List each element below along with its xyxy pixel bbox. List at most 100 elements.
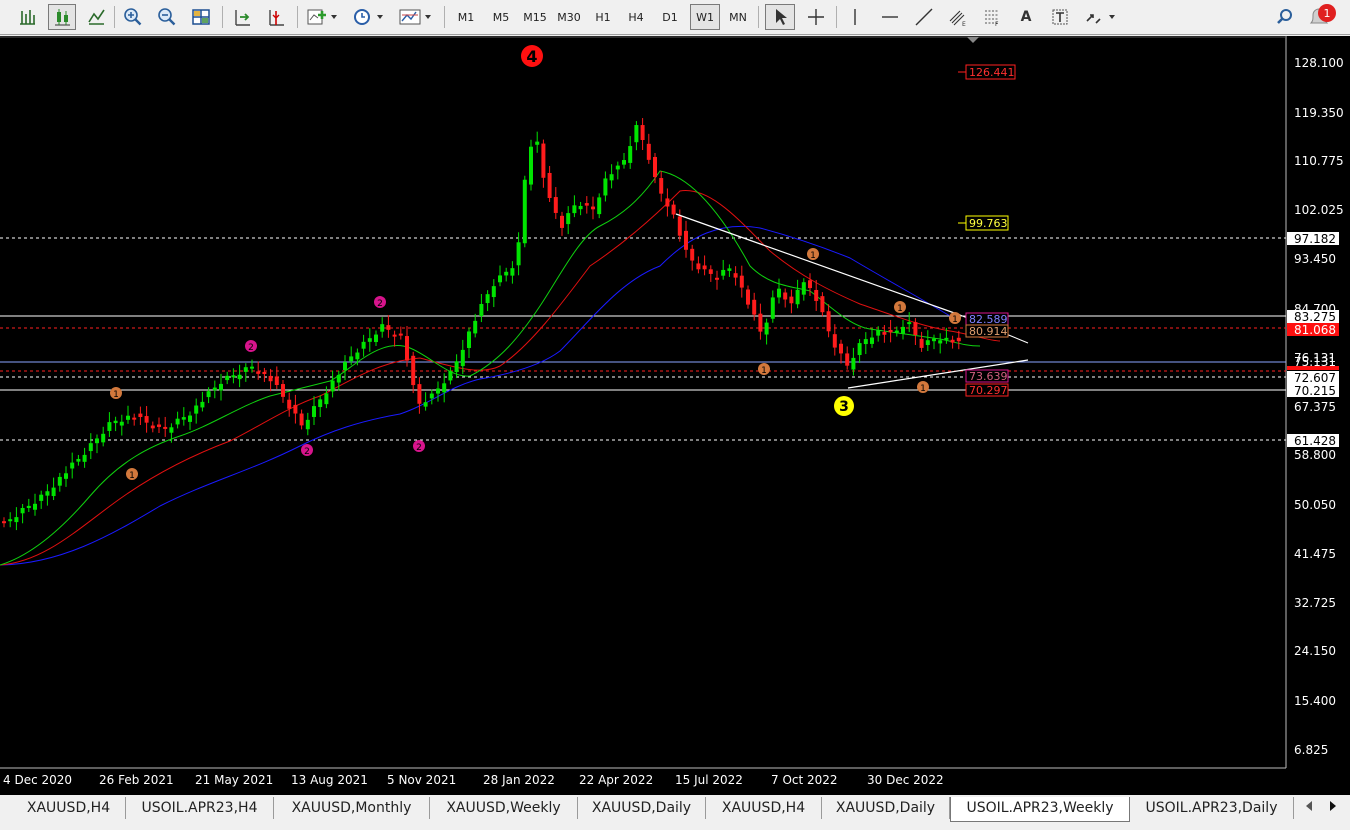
tab-xauusd-monthly[interactable]: XAUUSD,Monthly	[274, 797, 430, 819]
tab-scroll-right-icon[interactable]	[1330, 801, 1336, 811]
timeframe-m1[interactable]: M1	[452, 4, 480, 30]
text-label-icon[interactable]	[1046, 4, 1074, 30]
candle-body	[609, 174, 614, 181]
candlestick-chart-icon[interactable]	[48, 4, 76, 30]
candle-body	[522, 179, 527, 244]
candle-body	[374, 334, 378, 343]
horizontal-line-icon[interactable]	[876, 4, 904, 30]
timeframe-d1[interactable]: D1	[656, 4, 684, 30]
candle-body	[690, 248, 695, 261]
tab-xauusd-daily[interactable]: XAUUSD,Daily	[578, 797, 706, 819]
candle-body	[119, 421, 124, 426]
indicators-dropdown[interactable]	[304, 4, 342, 30]
notifications-icon[interactable]: 1	[1304, 4, 1340, 30]
candle-body	[181, 417, 186, 420]
candle-body	[547, 172, 552, 198]
svg-text:F: F	[995, 21, 999, 27]
timeframe-m5[interactable]: M5	[487, 4, 515, 30]
candle-body	[913, 322, 918, 335]
candle-body	[907, 322, 912, 325]
main-toolbar: M1 M5 M15 M30 H1 H4 D1 W1 MN E F A 1	[0, 0, 1350, 35]
zoom-in-icon[interactable]	[120, 4, 146, 30]
timeframe-w1[interactable]: W1	[690, 4, 720, 30]
timeframe-h1[interactable]: H1	[589, 4, 617, 30]
search-icon[interactable]	[1272, 4, 1298, 30]
price-tick: 128.100	[1294, 56, 1344, 70]
candle-body	[57, 476, 62, 486]
tab-xauusd-daily-2[interactable]: XAUUSD,Daily	[822, 797, 950, 819]
time-tick: 30 Dec 2022	[867, 773, 944, 787]
periods-dropdown[interactable]	[350, 4, 388, 30]
level-label-70: 70.297	[965, 383, 1009, 397]
candle-body	[708, 269, 713, 274]
axis-tag-70: 70.215	[1287, 384, 1339, 398]
candle-body	[938, 340, 943, 344]
candle-body	[305, 419, 310, 430]
candle-body	[144, 416, 149, 423]
tab-scroll-left-icon[interactable]	[1306, 801, 1312, 811]
templates-dropdown[interactable]	[396, 4, 436, 30]
candle-body	[684, 230, 688, 250]
level-label-99: 99.763	[958, 215, 1009, 231]
timeframe-h4[interactable]: H4	[622, 4, 650, 30]
time-tick: 21 May 2021	[195, 773, 273, 787]
cursor-icon[interactable]	[765, 4, 795, 30]
candle-body	[597, 197, 602, 215]
fibonacci-icon[interactable]: F	[978, 4, 1006, 30]
tab-usoil-h4[interactable]: USOIL.APR23,H4	[126, 797, 274, 819]
candle-body	[671, 204, 676, 215]
tile-windows-icon[interactable]	[188, 4, 214, 30]
candle-body	[603, 178, 608, 196]
text-tool-icon[interactable]: A	[1012, 4, 1040, 30]
candle-body	[894, 330, 899, 333]
candle-body	[336, 374, 341, 383]
price-tick: 41.475	[1294, 547, 1336, 561]
time-tick: 4 Dec 2020	[3, 773, 72, 787]
candle-body	[851, 357, 856, 370]
candle-body	[256, 371, 261, 374]
candle-body	[467, 331, 471, 348]
candle-body	[696, 263, 701, 270]
svg-text:E: E	[962, 21, 966, 27]
candle-body	[355, 352, 360, 360]
candle-body	[33, 503, 37, 510]
autoscroll-icon[interactable]	[229, 4, 255, 30]
svg-text:126.441: 126.441	[969, 66, 1015, 79]
tab-xauusd-weekly[interactable]: XAUUSD,Weekly	[430, 797, 578, 819]
tab-usoil-daily[interactable]: USOIL.APR23,Daily	[1130, 797, 1294, 819]
tab-usoil-weekly[interactable]: USOIL.APR23,Weekly	[950, 797, 1130, 822]
bar-chart-icon[interactable]	[14, 4, 40, 30]
timeframe-mn[interactable]: MN	[724, 4, 752, 30]
candle-body	[646, 143, 651, 160]
candle-body	[231, 375, 236, 378]
candle-body	[665, 198, 670, 207]
candle-body	[845, 353, 850, 366]
line-chart-icon[interactable]	[83, 4, 109, 30]
candle-body	[138, 413, 143, 417]
equidistant-channel-icon[interactable]: E	[944, 4, 972, 30]
candle-body	[398, 333, 403, 336]
tab-xauusd-h4[interactable]: XAUUSD,H4	[12, 797, 126, 819]
candle-body	[510, 268, 515, 276]
crosshair-icon[interactable]	[802, 4, 830, 30]
wave-marker-label: 2	[377, 299, 383, 309]
candle-body	[448, 371, 453, 381]
candle-body	[82, 454, 87, 462]
time-tick: 26 Feb 2021	[99, 773, 174, 787]
tab-xauusd-h4-2[interactable]: XAUUSD,H4	[706, 797, 822, 819]
timeframe-m30[interactable]: M30	[554, 4, 584, 30]
timeframe-m15[interactable]: M15	[520, 4, 550, 30]
chart-shift-icon[interactable]	[263, 4, 289, 30]
wave-label-4: 4	[521, 45, 543, 67]
vertical-line-icon[interactable]	[842, 4, 868, 30]
price-chart[interactable]: 126.441 99.763 82.589 80.914 73.639 70.2…	[0, 36, 1350, 795]
candle-body	[206, 391, 211, 398]
zoom-out-icon[interactable]	[154, 4, 180, 30]
candle-body	[572, 205, 577, 214]
trendline-icon[interactable]	[910, 4, 938, 30]
candle-body	[615, 165, 620, 170]
arrows-dropdown[interactable]	[1080, 4, 1120, 30]
candle-body	[95, 438, 99, 444]
axis-tag-83: 83.275	[1287, 310, 1339, 324]
candle-body	[113, 420, 118, 424]
